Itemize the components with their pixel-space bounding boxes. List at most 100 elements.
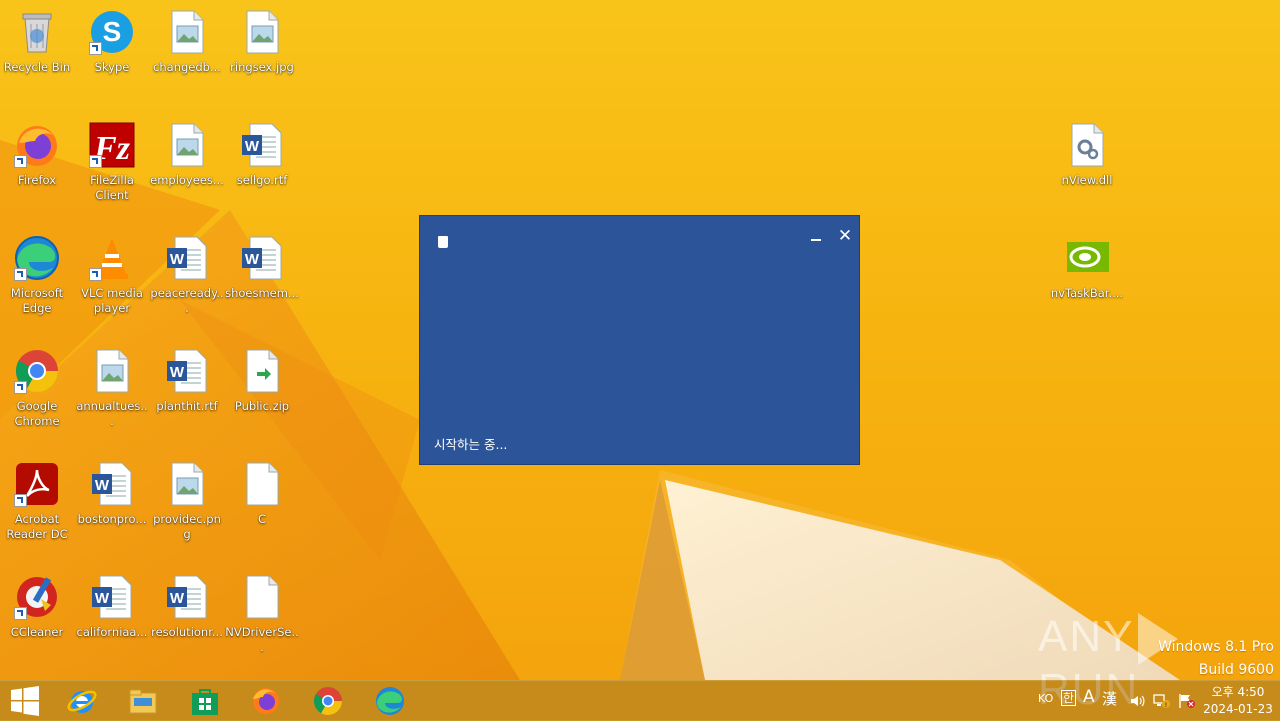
desktop-icon-label: californiaa... (76, 625, 148, 639)
language-indicator[interactable]: KO (1038, 692, 1053, 705)
network-icon[interactable]: ! (1153, 693, 1171, 712)
desktop-icon-ringsex[interactable]: ringsex.jpg (225, 8, 299, 75)
desktop-icon-nvdriverse[interactable]: NVDriverSe... (225, 573, 299, 655)
desktop-icon-skype[interactable]: S Skype (75, 8, 149, 75)
shortcut-arrow-icon (89, 268, 102, 281)
desktop-icon-public-zip[interactable]: Public.zip (225, 347, 299, 414)
dll-file-icon (1063, 121, 1111, 169)
internet-explorer-icon (67, 690, 97, 713)
taskbar-store[interactable] (175, 681, 235, 721)
word-document-icon: W (163, 573, 211, 621)
desktop-icon-label: Skype (94, 60, 130, 74)
desktop-icon-shoesmem[interactable]: W shoesmem... (225, 234, 299, 301)
app-icon (438, 236, 448, 248)
watermark-left-text: ANY (1038, 612, 1135, 661)
desktop-icon-label: bostonpro... (77, 512, 147, 526)
desktop-icon-label: C (257, 512, 267, 526)
desktop-icon-chrome[interactable]: Google Chrome (0, 347, 74, 429)
desktop-icon-label: Recycle Bin (3, 60, 71, 74)
skype-icon: S (88, 8, 136, 56)
desktop-icon-edge[interactable]: Microsoft Edge (0, 234, 74, 316)
desktop-icon-label: VLC media player (81, 286, 143, 315)
svg-text:W: W (245, 251, 260, 268)
startup-dialog: ✕ 시작하는 중... (420, 216, 859, 464)
shortcut-arrow-icon (89, 155, 102, 168)
zip-file-icon (238, 347, 286, 395)
taskbar-edge[interactable] (360, 681, 420, 721)
taskbar-firefox[interactable] (236, 681, 296, 721)
desktop-icon-label: changedb... (153, 60, 221, 74)
desktop-icon-planthit[interactable]: W planthit.rtf (150, 347, 224, 414)
desktop-icon-label: Google Chrome (14, 399, 60, 428)
desktop-icon-recycle-bin[interactable]: Recycle Bin (0, 8, 74, 75)
edge-icon (376, 687, 404, 715)
store-icon (192, 689, 218, 715)
ime-hanja-toggle[interactable]: 漢 (1102, 688, 1117, 709)
desktop-icon-peaceready[interactable]: W peaceready... (150, 234, 224, 316)
taskbar-file-explorer[interactable] (113, 681, 173, 721)
svg-text:W: W (245, 138, 260, 155)
desktop-icon-filezilla[interactable]: Fz FileZilla Client (75, 121, 149, 203)
desktop-icon-c[interactable]: C (225, 460, 299, 527)
desktop-icon-label: nvTaskBar.... (1050, 286, 1124, 300)
shortcut-arrow-icon (14, 268, 27, 281)
os-edition: Windows 8.1 Pro (1158, 639, 1274, 655)
filezilla-icon: Fz (88, 121, 136, 169)
desktop-icon-annualtues[interactable]: annualtues... (75, 347, 149, 429)
ime-hangul-toggle[interactable]: 한 (1061, 690, 1077, 706)
volume-icon[interactable] (1129, 693, 1145, 712)
image-file-icon (163, 8, 211, 56)
svg-text:W: W (95, 590, 110, 607)
image-file-icon (238, 8, 286, 56)
svg-text:!: ! (1165, 702, 1167, 709)
desktop-icon-resolutionr[interactable]: W resolutionr... (150, 573, 224, 640)
image-file-icon (163, 460, 211, 508)
desktop-icon-changedb[interactable]: changedb... (150, 8, 224, 75)
svg-text:W: W (170, 251, 185, 268)
desktop-icon-nview-dll[interactable]: nView.dll (1050, 121, 1124, 188)
desktop-icon-label: NVDriverSe... (225, 625, 299, 654)
desktop-icon-label: ringsex.jpg (230, 60, 294, 74)
acrobat-icon (13, 460, 61, 508)
desktop-icon-providec[interactable]: providec.png (150, 460, 224, 542)
desktop-icon-label: nView.dll (1061, 173, 1113, 187)
word-document-icon: W (238, 121, 286, 169)
desktop-icon-ccleaner[interactable]: CCleaner (0, 573, 74, 640)
action-center-flag-icon[interactable] (1178, 693, 1196, 712)
desktop-icon-bostonpro[interactable]: W bostonpro... (75, 460, 149, 527)
desktop-icon-label: CCleaner (10, 625, 64, 639)
start-icon (11, 686, 39, 716)
chrome-icon (314, 687, 342, 715)
vlc-icon (88, 234, 136, 282)
minimize-button[interactable] (809, 230, 823, 246)
desktop-icon-nvtaskbar[interactable]: nvTaskBar.... (1050, 234, 1124, 301)
desktop-icon-vlc[interactable]: VLC media player (75, 234, 149, 316)
taskbar-internet-explorer[interactable] (52, 681, 112, 721)
desktop-icon-sellgo[interactable]: W sellgo.rtf (225, 121, 299, 188)
desktop-icon-label: Public.zip (234, 399, 290, 413)
taskbar-chrome[interactable] (298, 681, 358, 721)
desktop-icon-acrobat[interactable]: Acrobat Reader DC (0, 460, 74, 542)
word-document-icon: W (163, 234, 211, 282)
shortcut-arrow-icon (14, 155, 27, 168)
desktop-icon-californiaa[interactable]: W californiaa... (75, 573, 149, 640)
start-button[interactable] (0, 681, 50, 721)
shortcut-arrow-icon (14, 494, 27, 507)
word-document-icon: W (238, 234, 286, 282)
word-document-icon: W (163, 347, 211, 395)
desktop-icon-label: shoesmem... (225, 286, 299, 300)
taskbar-clock[interactable]: 오후 4:50 2024-01-23 (1198, 684, 1278, 718)
desktop-icon-label: Firefox (17, 173, 57, 187)
clock-time: 오후 4:50 (1211, 685, 1265, 699)
desktop-icon-firefox[interactable]: Firefox (0, 121, 74, 188)
desktop-icon-label: employees... (150, 173, 224, 187)
ime-full-width-toggle[interactable]: A (1083, 687, 1095, 707)
close-button[interactable]: ✕ (836, 227, 854, 245)
desktop-icon-label: sellgo.rtf (236, 173, 288, 187)
desktop-icon-label: peaceready... (150, 286, 224, 315)
desktop-icon-label: resolutionr... (151, 625, 223, 639)
svg-text:W: W (170, 364, 185, 381)
blank-file-icon (238, 460, 286, 508)
desktop-icon-label: annualtues... (76, 399, 148, 428)
desktop-icon-employees[interactable]: employees... (150, 121, 224, 188)
